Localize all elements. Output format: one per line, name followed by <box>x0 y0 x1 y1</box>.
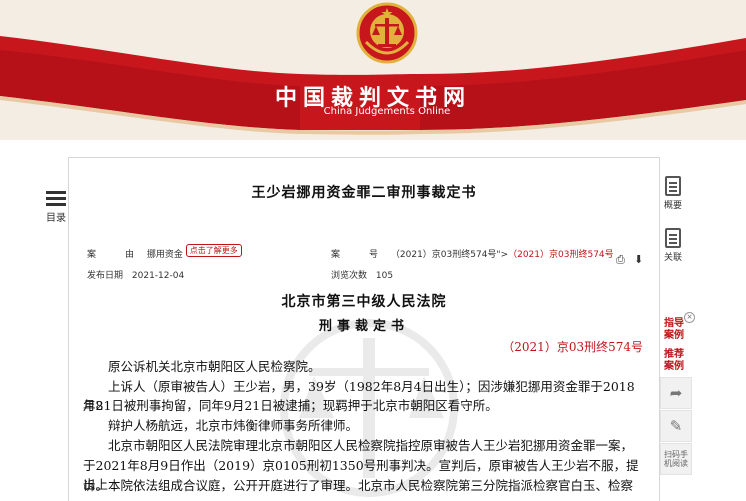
related-button[interactable]: 关联 <box>662 228 684 263</box>
case-value-red: （2021）京03刑终574号 <box>508 250 614 260</box>
share-button[interactable]: ➦ <box>660 377 692 409</box>
views-key: 浏览次数 <box>331 271 368 281</box>
share-icon: ➦ <box>669 384 683 402</box>
paragraph-procedure-line1: 北京市朝阳区人民法院审理北京市朝阳区人民检察院指控原审被告人王少岩犯挪用资金罪一… <box>108 438 634 453</box>
cause-value[interactable]: 挪用资金 <box>147 250 183 260</box>
court-name: 北京市第三中级人民法院 <box>281 294 447 310</box>
views-row: 浏览次数 105 <box>331 268 393 281</box>
guide-case-link[interactable]: 指导案例 <box>664 318 688 342</box>
paragraph-procedure-line3: 诉。本院依法组成合议庭，公开开庭进行了审理。北京市人民检察院第三分院指派检察官白… <box>83 478 634 493</box>
paragraph-prosecutor: 原公诉机关北京市朝阳区人民检察院。 <box>108 359 321 374</box>
document-title: 王少岩挪用资金罪二审刑事裁定书 <box>251 185 477 201</box>
print-icon[interactable]: ⎙ <box>616 253 625 267</box>
summary-button[interactable]: 概要 <box>662 176 684 211</box>
edit-button[interactable]: ✎ <box>660 410 692 442</box>
cause-tip-link[interactable]: 点击了解更多 <box>185 244 242 257</box>
edit-icon: ✎ <box>669 417 683 435</box>
case-value-plain: （2021）京03刑终574号"> <box>390 250 509 260</box>
paragraph-defender: 辩护人杨航远，北京市炜衡律师事务所律师。 <box>108 418 359 433</box>
site-header: 中国裁判文书网 China Judgements Online <box>0 0 746 140</box>
cause-row: 案 由 挪用资金 点击了解更多 <box>87 244 242 261</box>
publish-row: 发布日期 2021-12-04 <box>87 268 184 281</box>
document-kind: 刑事裁定书 <box>318 319 409 334</box>
related-document-icon <box>665 228 681 248</box>
list-icon <box>46 191 66 206</box>
publish-key: 发布日期 <box>87 271 124 281</box>
views-value: 105 <box>375 271 394 281</box>
site-subtitle: China Judgements Online <box>323 106 451 117</box>
case-number: （2021）京03刑终574号 <box>502 340 643 354</box>
document-icon <box>665 176 681 196</box>
summary-label: 概要 <box>663 201 682 211</box>
toc-toggle[interactable]: 目录 <box>44 188 68 224</box>
case-key: 案 号 <box>331 250 389 260</box>
related-label: 关联 <box>663 253 682 263</box>
court-emblem-icon <box>356 2 418 64</box>
publish-value: 2021-12-04 <box>131 271 185 281</box>
scan-label: 扫码手机阅读 <box>664 450 688 468</box>
paragraph-appellant-line2: 月21日被刑事拘留，同年9月21日被逮捕；现羁押于北京市朝阳区看守所。 <box>83 398 498 413</box>
case-row: 案 号 （2021）京03刑终574号">（2021）京03刑终574号 <box>331 247 614 260</box>
toc-label: 目录 <box>46 213 66 224</box>
recommend-case-link[interactable]: 推荐案例 <box>664 349 688 373</box>
scan-mobile-button[interactable]: 扫码手机阅读 <box>660 443 692 475</box>
cause-key: 案 由 <box>87 250 145 260</box>
document-panel: 王少岩挪用资金罪二审刑事裁定书 案 由 挪用资金 点击了解更多 案 号 （202… <box>68 157 660 501</box>
download-icon[interactable]: ⬇ <box>634 253 643 266</box>
